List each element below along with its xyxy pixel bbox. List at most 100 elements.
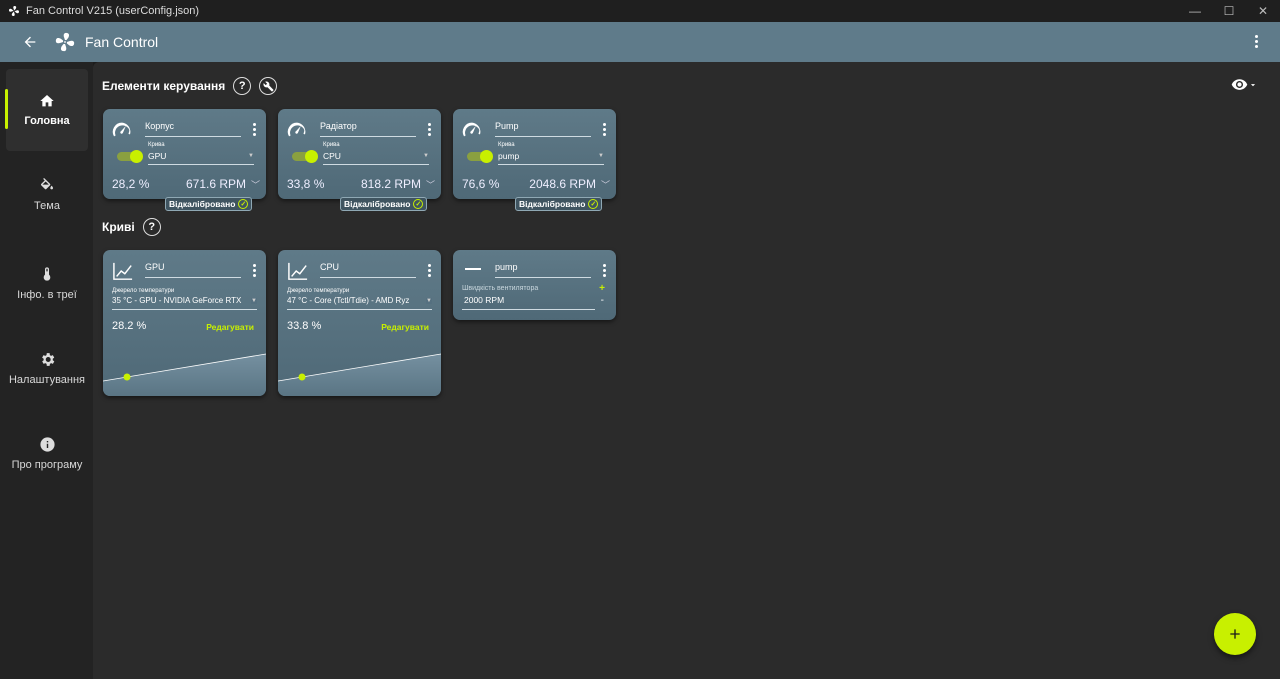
- info-icon: [39, 436, 55, 452]
- edit-curve-button[interactable]: Редагувати: [206, 322, 254, 332]
- temp-source-label: Джерело температури: [287, 288, 350, 294]
- main-content: Елементи керування ? Корпус Крива GPU ▼ 2…: [93, 62, 1280, 679]
- curve-select-label: Крива: [323, 142, 340, 148]
- curve-select-label: Крива: [148, 142, 165, 148]
- controls-section-title: Елементи керування: [102, 79, 226, 93]
- calibrated-badge[interactable]: Відкалібровано ✓: [340, 197, 428, 211]
- control-card-pump[interactable]: Pump Крива pump ▼ 76,6 % 2048.6 RPM ﹀: [453, 109, 616, 199]
- dropdown-arrow-icon: ▼: [251, 298, 257, 304]
- edit-curve-button[interactable]: Редагувати: [381, 322, 429, 332]
- control-menu-button[interactable]: [253, 123, 257, 138]
- line-chart-icon: [113, 262, 133, 280]
- increase-speed-button[interactable]: +: [599, 283, 605, 294]
- speedometer-icon: [112, 122, 131, 137]
- calibrated-badge-label: Відкалібровано: [344, 199, 411, 209]
- kebab-icon: [1254, 34, 1258, 50]
- more-menu-button[interactable]: [1246, 32, 1266, 52]
- curve-menu-button[interactable]: [603, 264, 607, 279]
- expand-chevron-icon[interactable]: ﹀: [251, 178, 260, 191]
- controls-section-header: Елементи керування ?: [102, 77, 278, 95]
- eye-icon: [1231, 79, 1248, 90]
- speedometer-icon: [287, 122, 306, 137]
- control-percent: 76,6 %: [462, 177, 500, 191]
- control-name-field[interactable]: Корпус: [145, 121, 241, 137]
- curve-select-label: Крива: [498, 142, 515, 148]
- maximize-button[interactable]: ☐: [1212, 0, 1246, 22]
- sidebar-item-label: Про програму: [11, 458, 83, 471]
- curve-name-field[interactable]: CPU: [320, 262, 416, 278]
- control-card-radiator[interactable]: Радіатор Крива CPU ▼ 33,8 % 818.2 RPM ﹀: [278, 109, 441, 199]
- add-button[interactable]: [1214, 613, 1256, 655]
- expand-chevron-icon[interactable]: ﹀: [426, 178, 435, 191]
- temp-source-select[interactable]: 35 °C - GPU - NVIDIA GeForce RTX ▼: [112, 296, 257, 310]
- minimize-button[interactable]: —: [1178, 0, 1212, 22]
- home-icon: [40, 95, 54, 107]
- sidebar: Головна Тема Інфо. в треї Налаштування П…: [0, 62, 93, 679]
- back-button[interactable]: [12, 24, 48, 60]
- sidebar-item-theme[interactable]: Тема: [6, 154, 88, 236]
- arrow-left-icon: [24, 36, 36, 48]
- sidebar-item-settings[interactable]: Налаштування: [6, 327, 88, 409]
- curve-card-gpu[interactable]: GPU Джерело температури 35 °C - GPU - NV…: [103, 250, 266, 396]
- curve-card-pump-flat[interactable]: pump Швидкість вентилятора 2000 RPM + -: [453, 250, 616, 320]
- control-name-field[interactable]: Pump: [495, 121, 591, 137]
- expand-chevron-icon[interactable]: ﹀: [601, 178, 610, 191]
- control-rpm: 671.6 RPM: [185, 177, 246, 191]
- check-circle-icon: ✓: [413, 199, 424, 209]
- app-bar: Fan Control: [0, 22, 1280, 62]
- sidebar-item-label: Інфо. в треї: [17, 289, 77, 301]
- curve-menu-button[interactable]: [428, 264, 432, 279]
- sidebar-item-label: Головна: [24, 115, 70, 127]
- controls-help-button[interactable]: ?: [233, 77, 252, 95]
- curve-menu-button[interactable]: [253, 264, 257, 279]
- curve-name-field[interactable]: pump: [495, 262, 591, 278]
- curve-select-value: pump: [498, 151, 520, 161]
- check-circle-icon: ✓: [588, 199, 599, 209]
- plus-icon: [1230, 629, 1240, 639]
- dropdown-arrow-icon: ▼: [423, 153, 429, 159]
- curve-select[interactable]: CPU ▼: [323, 151, 429, 165]
- control-rpm: 2048.6 RPM: [529, 177, 596, 191]
- curves-section-header: Криві ?: [102, 218, 161, 236]
- sidebar-item-tray-info[interactable]: Інфо. в треї: [6, 242, 88, 324]
- dropdown-arrow-icon: ▼: [248, 153, 254, 159]
- decrease-speed-button[interactable]: -: [601, 295, 604, 306]
- curve-current-point: [123, 373, 131, 381]
- temp-source-value: 35 °C - GPU - NVIDIA GeForce RTX: [112, 296, 242, 305]
- temp-source-select[interactable]: 47 °C - Core (Tctl/Tdie) - AMD Ryz ▼: [287, 296, 432, 310]
- curve-select-value: CPU: [323, 151, 341, 161]
- flat-line-icon: [465, 268, 481, 270]
- window-titlebar: Fan Control V215 (userConfig.json) — ☐ ✕: [0, 0, 1280, 22]
- visibility-menu-button[interactable]: [1231, 76, 1258, 93]
- thermometer-icon: [43, 267, 51, 281]
- curve-select-value: GPU: [148, 151, 167, 161]
- window-title: Fan Control V215 (userConfig.json): [26, 5, 200, 17]
- control-menu-button[interactable]: [603, 123, 607, 138]
- curve-name-field[interactable]: GPU: [145, 262, 241, 278]
- sidebar-item-about[interactable]: Про програму: [6, 412, 88, 494]
- curve-select[interactable]: GPU ▼: [148, 151, 254, 165]
- control-name-field[interactable]: Радіатор: [320, 121, 416, 137]
- sidebar-item-label: Налаштування: [8, 373, 86, 386]
- sidebar-item-home[interactable]: Головна: [5, 69, 88, 151]
- calibrated-badge[interactable]: Відкалібровано ✓: [165, 197, 253, 211]
- close-button[interactable]: ✕: [1246, 0, 1280, 22]
- gear-icon: [41, 352, 54, 366]
- calibrated-badge[interactable]: Відкалібровано ✓: [515, 197, 603, 211]
- control-menu-button[interactable]: [428, 123, 432, 138]
- control-rpm: 818.2 RPM: [360, 177, 421, 191]
- controls-tools-button[interactable]: [259, 77, 278, 95]
- curve-percent: 33.8 %: [287, 320, 322, 332]
- fan-icon: [9, 6, 19, 16]
- curve-current-point: [298, 373, 306, 381]
- fan-speed-input[interactable]: 2000 RPM: [462, 295, 595, 310]
- curve-percent: 28.2 %: [112, 320, 147, 332]
- control-card-case[interactable]: Корпус Крива GPU ▼ 28,2 % 671.6 RPM ﹀: [103, 109, 266, 199]
- control-enable-toggle[interactable]: [117, 149, 143, 163]
- curve-card-cpu[interactable]: CPU Джерело температури 47 °C - Core (Tc…: [278, 250, 441, 396]
- curves-help-button[interactable]: ?: [142, 218, 161, 236]
- fan-logo-icon: [55, 32, 75, 52]
- control-enable-toggle[interactable]: [467, 149, 493, 163]
- control-enable-toggle[interactable]: [292, 149, 318, 163]
- curve-select[interactable]: pump ▼: [498, 151, 604, 165]
